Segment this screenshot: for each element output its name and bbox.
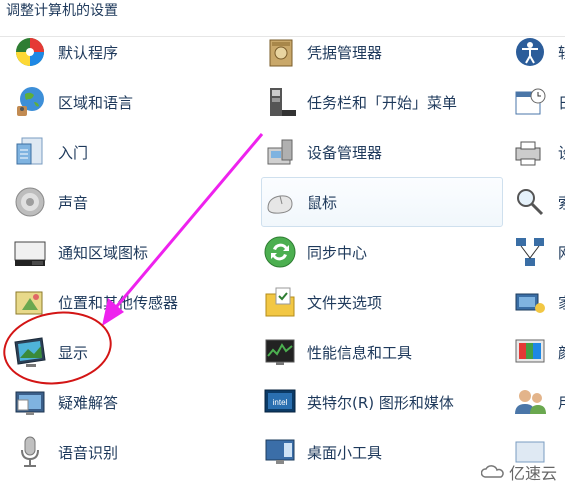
devices-printers-icon [512,134,548,170]
item-label: 文件夹选项 [307,294,383,312]
item-label: 入门 [58,144,89,162]
color-management-icon [512,334,548,370]
item-label: 轻 [558,42,565,63]
item-label: 声音 [58,194,89,212]
troubleshooting-icon [12,384,48,420]
item-intel-graphics[interactable]: intel 英特尔(R) 图形和媒体 [258,378,508,426]
homegroup-icon [512,284,548,320]
item-sound[interactable]: 声音 [0,178,255,226]
item-label: 默认程序 [58,44,119,62]
device-manager-icon [262,134,298,170]
ease-of-access-icon [512,34,548,70]
column-3: 轻 日 设 索 网 家 颜 [508,0,565,492]
item-performance[interactable]: 性能信息和工具 [258,328,508,376]
item-label: 英特尔(R) 图形和媒体 [307,394,454,412]
item-user-accounts[interactable]: 用 [508,378,565,426]
performance-icon [262,334,298,370]
item-label: 区域和语言 [58,94,134,112]
item-label: 设 [558,142,565,163]
item-sync-center[interactable]: 同步中心 [258,228,508,276]
sync-center-icon [262,234,298,270]
item-speech-recognition[interactable]: 语音识别 [0,428,255,476]
item-homegroup[interactable]: 家 [508,278,565,326]
item-label: 同步中心 [307,244,368,262]
folder-options-icon [262,284,298,320]
item-troubleshooting[interactable]: 疑难解答 [0,378,255,426]
item-default-programs[interactable]: 默认程序 [0,28,255,76]
item-taskbar-start[interactable]: 任务栏和「开始」菜单 [258,78,508,126]
item-label: 语音识别 [58,444,119,462]
item-label: 设备管理器 [307,144,383,162]
item-date-time[interactable]: 日 [508,78,565,126]
date-time-icon [512,84,548,120]
sound-icon [12,184,48,220]
default-programs-icon [12,34,48,70]
item-folder-options[interactable]: 文件夹选项 [258,278,508,326]
item-indexing[interactable]: 索 [508,178,565,226]
item-label: 颜 [558,342,565,363]
item-label: 任务栏和「开始」菜单 [307,94,458,112]
watermark: 亿速云 [480,460,557,484]
item-network[interactable]: 网 [508,228,565,276]
region-language-icon [12,84,48,120]
item-desktop-gadgets[interactable]: 桌面小工具 [258,428,508,476]
notification-area-icon [12,234,48,270]
getting-started-icon [12,134,48,170]
item-label: 性能信息和工具 [307,344,413,362]
watermark-text: 亿速云 [508,464,557,483]
speech-recognition-icon [12,434,48,470]
item-device-manager[interactable]: 设备管理器 [258,128,508,176]
item-notification-area[interactable]: 通知区域图标 [0,228,255,276]
item-color-management[interactable]: 颜 [508,328,565,376]
item-getting-started[interactable]: 入门 [0,128,255,176]
item-label: 通知区域图标 [58,244,149,262]
item-devices-printers[interactable]: 设 [508,128,565,176]
svg-text:intel: intel [273,398,288,407]
network-icon [512,234,548,270]
item-credential-manager[interactable]: 凭据管理器 [258,28,508,76]
item-label: 桌面小工具 [307,444,383,462]
item-ease-of-access[interactable]: 轻 [508,28,565,76]
page-title: 调整计算机的设置 [6,3,118,19]
item-label: 日 [558,92,565,113]
item-label: 家 [558,292,565,313]
item-label: 网 [558,242,565,263]
intel-graphics-icon: intel [262,384,298,420]
item-region-language[interactable]: 区域和语言 [0,78,255,126]
desktop-gadgets-icon [262,434,298,470]
item-label: 位置和其他传感器 [58,294,179,312]
user-accounts-icon [512,384,548,420]
item-label: 凭据管理器 [307,44,383,62]
item-label: 鼠标 [307,194,338,212]
mouse-icon [262,184,298,220]
indexing-icon [512,184,548,220]
item-label: 疑难解答 [58,394,119,412]
taskbar-start-icon [262,84,298,120]
item-label: 索 [558,192,565,213]
credential-manager-icon [262,34,298,70]
cloud-logo-icon [480,465,504,478]
item-label: 用 [558,392,565,413]
item-mouse[interactable]: 鼠标 [258,178,508,226]
